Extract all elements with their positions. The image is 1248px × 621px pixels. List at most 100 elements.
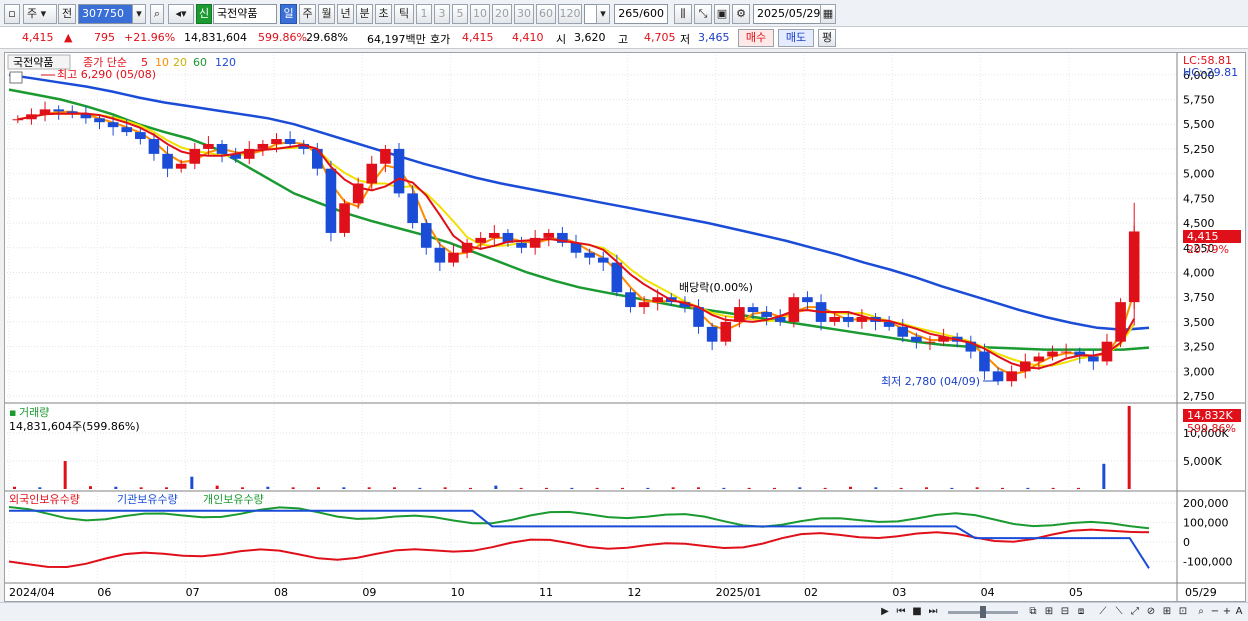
price-tick-label: 5,250 — [1183, 143, 1215, 156]
volume-legend-label: 거래량 — [19, 406, 49, 419]
scroll-right-icon[interactable]: ▶ — [878, 605, 892, 619]
volume-bar — [215, 485, 219, 489]
high-annotation: 최고 6,290 (05/08) — [57, 68, 156, 81]
volume-bar — [747, 487, 751, 489]
volume-pct: 599.86% — [258, 31, 307, 44]
candle-body — [339, 203, 350, 233]
draw-icon-1[interactable]: ⟋ — [1096, 605, 1110, 619]
date-input[interactable]: 2025/05/29 — [753, 4, 821, 24]
volume-bar — [1001, 487, 1004, 489]
draw-tool-icon[interactable]: ⤡ — [694, 4, 712, 24]
draw-icon-5[interactable]: ⊞ — [1160, 605, 1174, 619]
candle-body — [516, 242, 527, 248]
volume-bar — [291, 487, 295, 489]
save-icon[interactable]: ▣ — [714, 4, 730, 24]
interval-30[interactable]: 30 — [514, 4, 534, 24]
scroll-left-end-icon[interactable]: ⏮ — [894, 605, 908, 619]
auto-scale-icon[interactable]: A — [1232, 605, 1246, 619]
interval-dropdown-icon[interactable]: ▾ — [596, 4, 610, 24]
volume-bar — [139, 487, 143, 489]
interval-1[interactable]: 1 — [416, 4, 432, 24]
candle-body — [842, 316, 854, 322]
volume-bar — [722, 487, 726, 489]
candle-body — [420, 223, 432, 248]
candle-body — [788, 297, 800, 322]
x-tick-label: 08 — [274, 586, 288, 599]
ma120-path — [8, 73, 1150, 332]
tab-tick[interactable]: 틱 — [394, 4, 414, 24]
current-price: 4,415 — [22, 31, 54, 44]
volume-bar — [874, 487, 878, 489]
stop-icon[interactable]: ■ — [910, 605, 924, 619]
stock-name-field[interactable]: 국전약품 — [213, 4, 277, 24]
interval-60[interactable]: 60 — [536, 4, 556, 24]
volume-value: 14,831,604 — [184, 31, 247, 44]
candle-body — [325, 168, 337, 233]
candle-icon[interactable]: ⫼ — [674, 4, 692, 24]
candle-body — [1088, 356, 1099, 362]
search-icon[interactable]: ⌕ — [150, 4, 164, 24]
gear-icon[interactable]: ⚙ — [732, 4, 750, 24]
tab-year[interactable]: 년 — [337, 4, 354, 24]
low-annotation: 최저 2,780 (04/09) — [881, 375, 980, 388]
layout-icon-2[interactable]: ⊞ — [1042, 605, 1056, 619]
period-select-label: 주 — [27, 7, 38, 20]
candle-body — [911, 336, 922, 342]
draw-icon-6[interactable]: ⊡ — [1176, 605, 1190, 619]
zoom-slider-handle[interactable] — [980, 606, 986, 618]
prev-button[interactable]: 전 — [58, 4, 76, 24]
stock-legend-name: 국전약품 — [13, 55, 53, 69]
tab-month[interactable]: 월 — [318, 4, 335, 24]
layout-icon-3[interactable]: ⊟ — [1058, 605, 1072, 619]
interval-10[interactable]: 10 — [470, 4, 490, 24]
window-menu-icon[interactable]: ▫ — [4, 4, 20, 24]
volume-bar — [621, 487, 624, 489]
x-tick-label: 2025/01 — [716, 586, 762, 599]
candle-body — [475, 237, 487, 243]
sound-icon[interactable]: ◂▾ — [168, 4, 194, 24]
x-tick-label: 02 — [804, 586, 818, 599]
zoom-search-icon[interactable]: ⌕ — [1194, 605, 1208, 619]
volume-bar — [1026, 487, 1030, 489]
x-tick-label: 06 — [97, 586, 111, 599]
period-select[interactable]: 주 ▾ — [23, 4, 57, 24]
interval-20[interactable]: 20 — [492, 4, 512, 24]
x-axis: 2024/04 06 07 08 09 10 11 12 2025/01 02 03 04 05 05/2… — [9, 586, 1217, 599]
volume-last-label: 14,832K — [1187, 409, 1233, 422]
grid-toggle-icon[interactable] — [9, 71, 23, 84]
eval-button[interactable]: 평 — [818, 29, 836, 47]
volume-bar — [190, 476, 194, 489]
code-dropdown-icon[interactable]: ▾ — [132, 4, 146, 24]
interval-120[interactable]: 120 — [558, 4, 582, 24]
low-label: 저 — [680, 33, 691, 46]
layout-icon-4[interactable]: ⧈ — [1074, 605, 1088, 619]
price-pane: 6,0005,7505,5005,2505,0004,7504,5004,250… — [7, 55, 1215, 403]
interval-5[interactable]: 5 — [452, 4, 468, 24]
volume-bar — [494, 485, 498, 489]
tab-minute[interactable]: 분 — [356, 4, 373, 24]
draw-icon-4[interactable]: ⊘ — [1144, 605, 1158, 619]
count-field[interactable]: 265/600 — [614, 4, 668, 24]
tab-week[interactable]: 주 — [299, 4, 316, 24]
sell-button[interactable]: 매도 — [778, 29, 814, 47]
candles — [12, 101, 1140, 387]
buy-button[interactable]: 매수 — [738, 29, 774, 47]
tab-day[interactable]: 일 — [280, 4, 297, 24]
candle-body — [121, 127, 133, 133]
volume-bar — [671, 487, 675, 489]
tab-second[interactable]: 초 — [375, 4, 392, 24]
draw-icon-3[interactable]: ⤢ — [1128, 605, 1142, 619]
layout-icon-1[interactable]: ⧉ — [1026, 605, 1040, 619]
scroll-end-icon[interactable]: ⏭ — [926, 605, 940, 619]
candle-body — [1047, 351, 1058, 357]
volume-bar — [165, 487, 168, 489]
volume-legend-value: 14,831,604주(599.86%) — [9, 420, 140, 433]
x-tick-label: 03 — [892, 586, 906, 599]
draw-icon-2[interactable]: ⟍ — [1112, 605, 1126, 619]
stock-code-input[interactable]: 307750 — [78, 4, 136, 24]
calendar-icon[interactable]: ▦ — [820, 4, 836, 24]
chart-canvas[interactable]: 6,0005,7505,5005,2505,0004,7504,5004,250… — [5, 53, 1245, 601]
chart-area[interactable]: 6,000 5,750 5,500 5,250 5,000 4,750 4,500 4,250… — [4, 52, 1246, 602]
interval-3[interactable]: 3 — [434, 4, 450, 24]
candle-body — [189, 148, 201, 164]
